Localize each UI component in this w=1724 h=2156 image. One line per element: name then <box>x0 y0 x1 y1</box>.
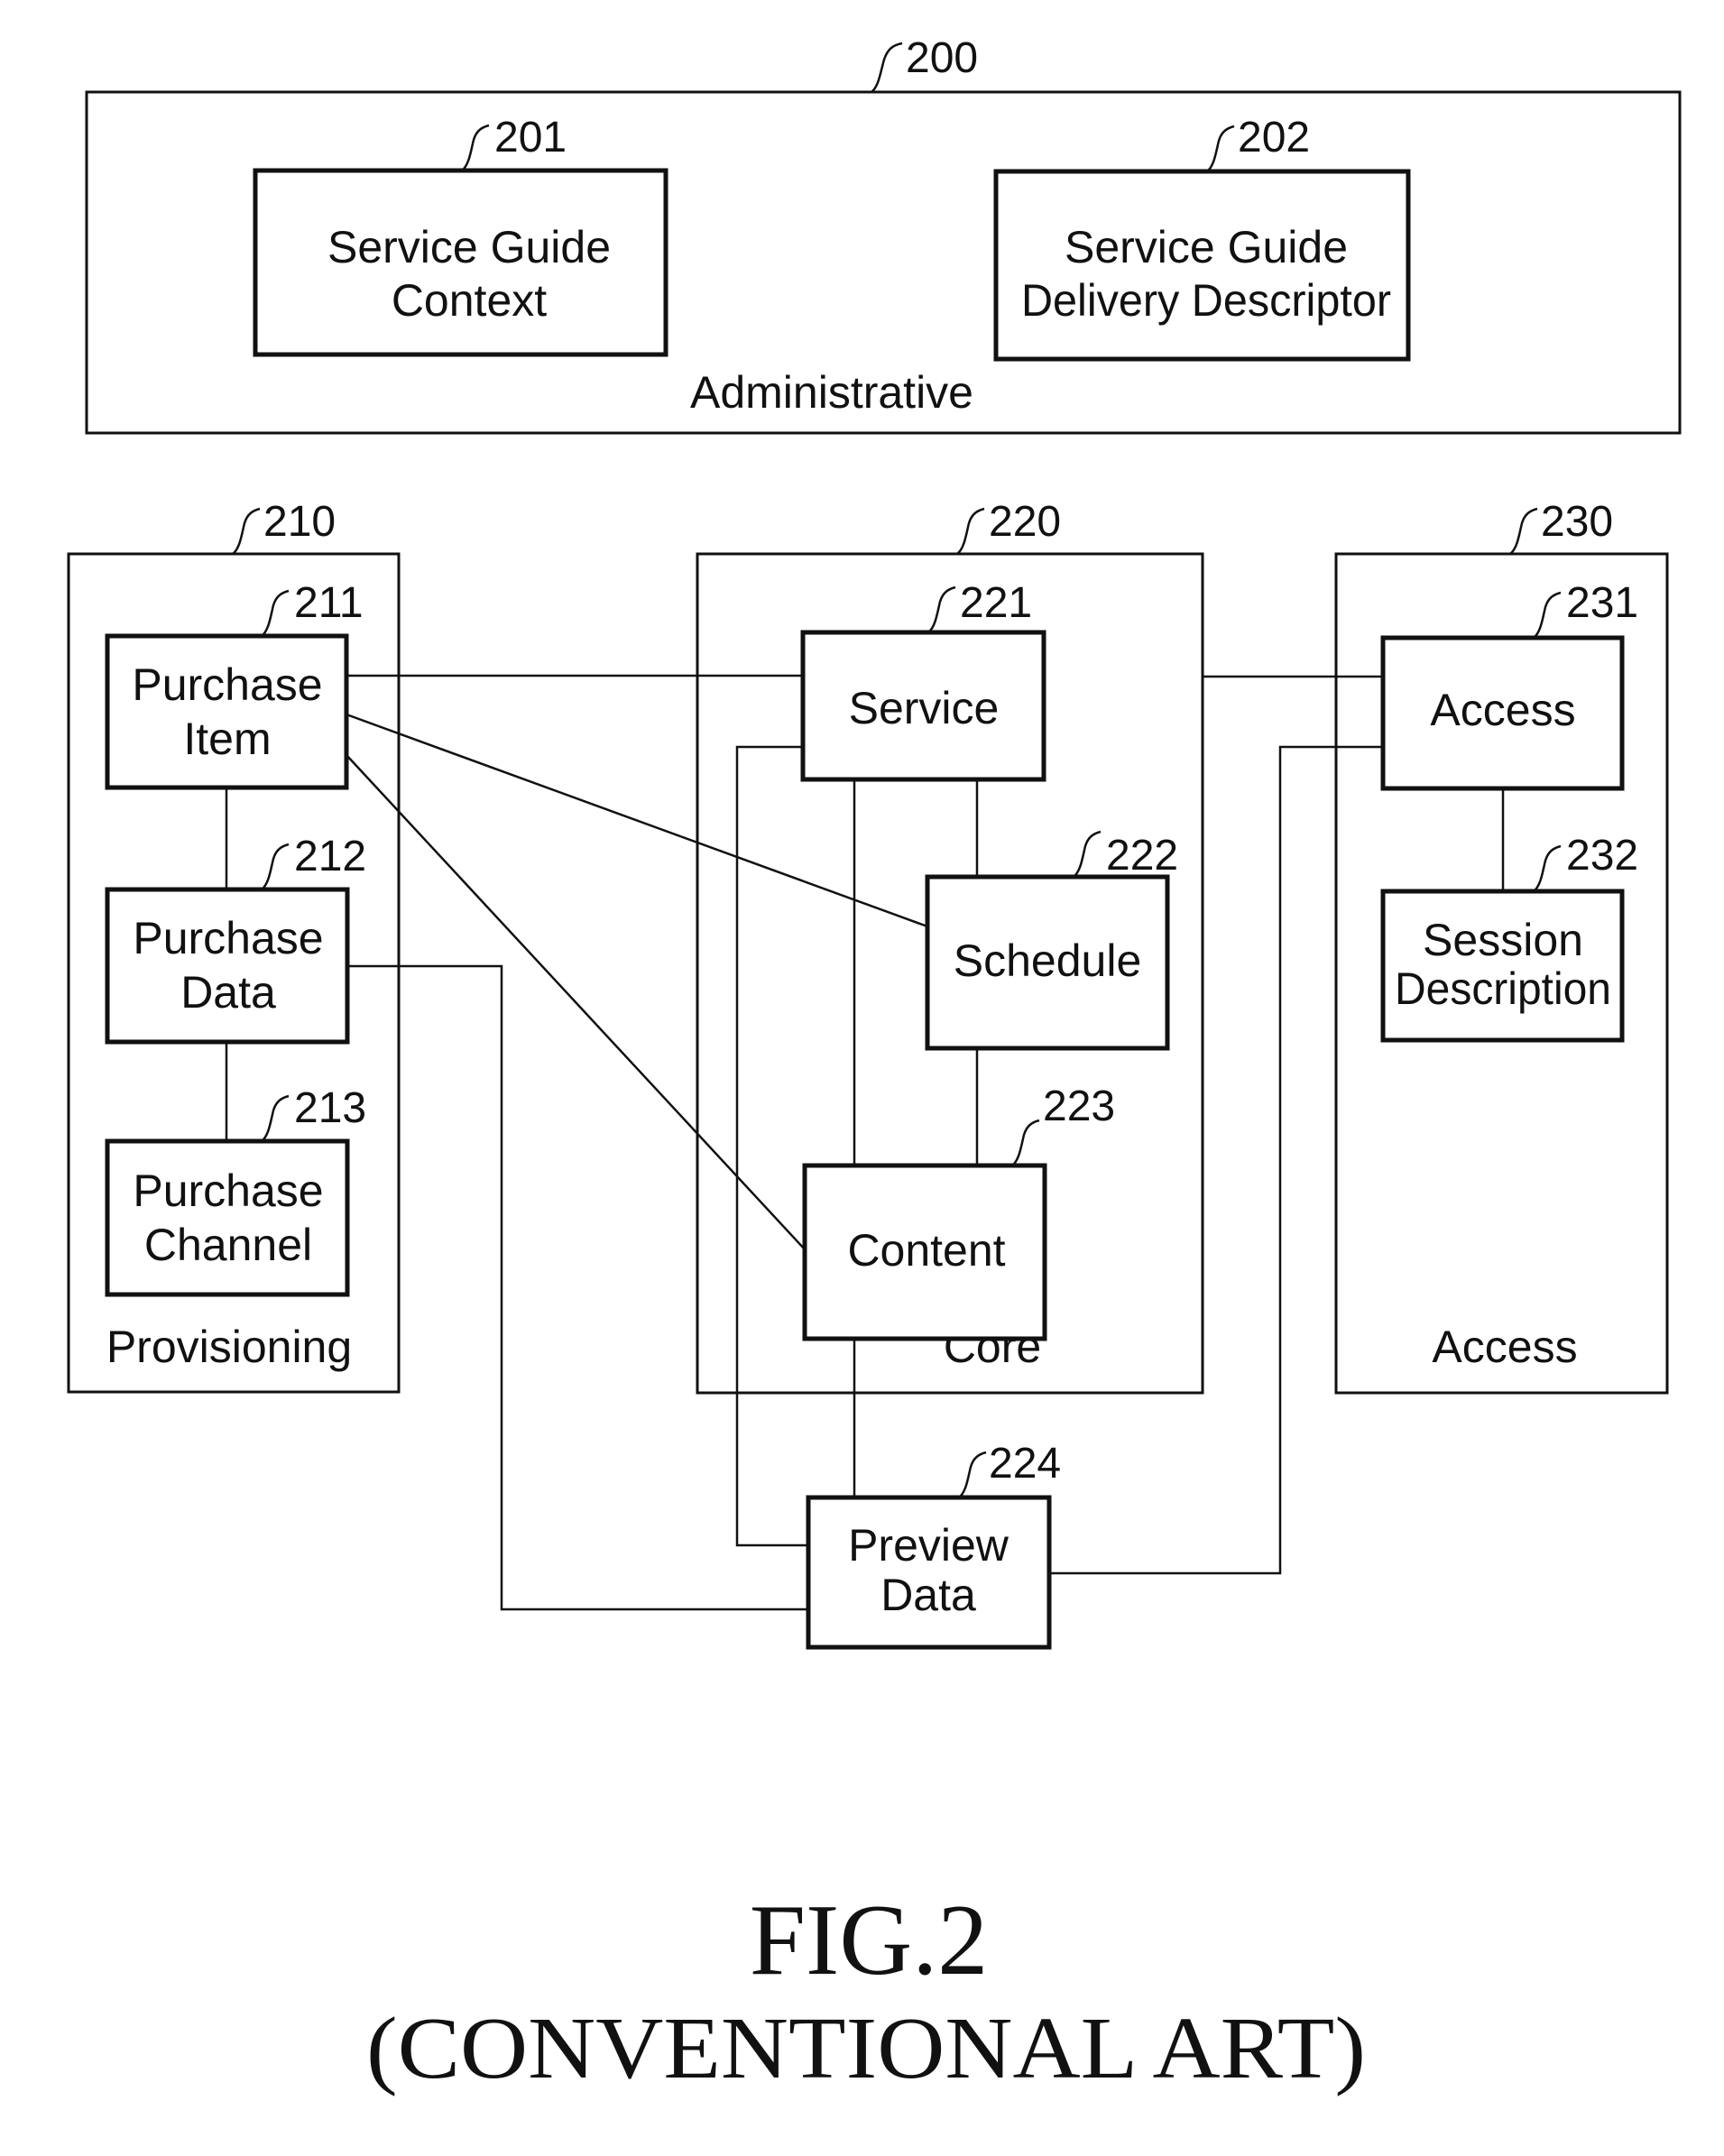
node-preview-data[interactable]: Preview Data 224 <box>806 1440 1061 1650</box>
node-session-description[interactable]: Session Description 232 <box>1380 832 1638 1043</box>
ref-label-220: 220 <box>989 498 1061 546</box>
node-service-guide-context-line-2: Context <box>392 275 547 326</box>
node-content[interactable]: Content 223 <box>802 1083 1115 1341</box>
ref-leader-201 <box>461 124 490 171</box>
connector-service-preview-data <box>735 745 808 1547</box>
node-schedule[interactable]: Schedule 222 <box>925 830 1178 1051</box>
ref-label-223: 223 <box>1043 1083 1115 1130</box>
node-purchase-channel[interactable]: Purchase Channel 213 <box>105 1084 366 1297</box>
ref-leader-221 <box>927 585 956 633</box>
ref-leader-222 <box>1073 830 1102 878</box>
node-service-guide-delivery-descriptor-line-2: Delivery Descriptor <box>1021 275 1391 326</box>
ref-label-211: 211 <box>294 579 364 627</box>
node-schedule-line-1: Schedule <box>954 935 1142 986</box>
node-purchase-item-line-1: Purchase <box>132 659 322 710</box>
connectors <box>225 674 1505 1611</box>
ref-leader-212 <box>261 843 290 890</box>
node-content-line-1: Content <box>847 1225 1005 1276</box>
ref-label-212: 212 <box>294 833 366 880</box>
figure-caption: FIG.2 (CONVENTIONAL ART) <box>366 1884 1366 2097</box>
ref-label-231: 231 <box>1566 579 1638 627</box>
ref-leader-211 <box>261 589 290 637</box>
node-access[interactable]: Access 231 <box>1380 579 1638 791</box>
node-purchase-item-line-2: Item <box>183 714 271 764</box>
node-service-guide-delivery-descriptor-line-1: Service Guide <box>1065 222 1348 272</box>
ref-leader-213 <box>261 1094 290 1142</box>
node-purchase-channel-line-1: Purchase <box>133 1166 323 1216</box>
node-purchase-channel-box[interactable] <box>105 1138 350 1297</box>
ref-leader-232 <box>1533 844 1562 892</box>
node-purchase-channel-line-2: Channel <box>144 1220 312 1270</box>
node-preview-data-line-2: Data <box>880 1570 976 1620</box>
node-service-guide-delivery-descriptor[interactable]: Service Guide Delivery Descriptor 202 <box>993 114 1411 362</box>
ref-leader-200 <box>871 41 903 93</box>
ref-leader-224 <box>958 1451 987 1498</box>
node-purchase-data[interactable]: Purchase Data 212 <box>105 833 366 1045</box>
node-access-line-1: Access <box>1430 685 1575 735</box>
ref-leader-223 <box>1011 1119 1040 1166</box>
figure-title: FIG.2 <box>750 1884 988 1996</box>
group-administrative-label: Administrative <box>690 367 973 418</box>
ref-label-232: 232 <box>1566 832 1638 880</box>
diagram-canvas: 200 Administrative 210 Provisioning 220 … <box>67 34 1682 2097</box>
connector-purchase-data-preview-data <box>347 964 808 1611</box>
ref-leader-220 <box>956 507 985 555</box>
node-service-guide-context-line-1: Service Guide <box>327 222 611 272</box>
node-purchase-data-line-2: Data <box>180 967 276 1018</box>
ref-leader-202 <box>1206 124 1235 172</box>
group-access-label: Access <box>1432 1322 1577 1372</box>
node-purchase-item[interactable]: Purchase Item 211 <box>105 579 364 790</box>
ref-leader-230 <box>1509 507 1538 555</box>
ref-label-202: 202 <box>1238 114 1310 161</box>
ref-label-200: 200 <box>906 34 978 82</box>
ref-label-201: 201 <box>494 114 567 161</box>
node-purchase-data-line-1: Purchase <box>133 913 323 963</box>
node-session-description-line-1: Session <box>1423 915 1583 965</box>
ref-leader-231 <box>1533 591 1562 639</box>
ref-leader-210 <box>232 507 261 555</box>
ref-label-210: 210 <box>263 498 336 546</box>
group-provisioning-label: Provisioning <box>106 1322 352 1372</box>
node-preview-data-line-1: Preview <box>848 1520 1010 1571</box>
node-service-guide-context[interactable]: Service Guide Context 201 <box>253 114 668 357</box>
figure-subtitle: (CONVENTIONAL ART) <box>366 2000 1366 2097</box>
ref-label-224: 224 <box>989 1440 1061 1488</box>
ref-label-213: 213 <box>294 1084 366 1132</box>
ref-label-221: 221 <box>960 579 1032 627</box>
ref-label-222: 222 <box>1106 832 1178 880</box>
node-session-description-line-2: Description <box>1395 963 1611 1014</box>
node-service[interactable]: Service 221 <box>800 579 1046 782</box>
connector-access-preview-data <box>1049 745 1383 1575</box>
node-service-line-1: Service <box>849 683 1000 733</box>
ref-label-230: 230 <box>1541 498 1613 546</box>
